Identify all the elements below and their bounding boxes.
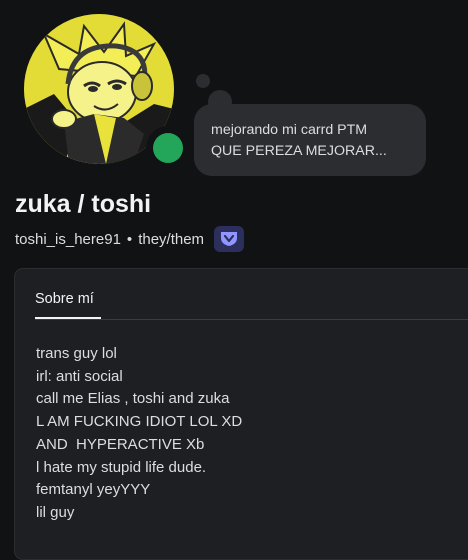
username[interactable]: toshi_is_here91 [15, 231, 121, 248]
bio-line: femtanyl yeyYYY [36, 481, 151, 499]
custom-status-line-1: mejorando mi carrd PTM [211, 122, 368, 138]
custom-status-line-2: QUE PEREZA MEJORAR... [211, 143, 387, 159]
custom-status-bubble[interactable]: mejorando mi carrd PTM QUE PEREZA MEJORA… [194, 104, 426, 176]
bio-line: lil guy [36, 503, 75, 521]
separator-dot: • [126, 230, 133, 248]
pronouns: they/them [138, 230, 205, 248]
online-status-icon [153, 133, 183, 163]
bio-text: trans guy lol irl: anti social call me E… [36, 343, 242, 525]
bio-line: call me Elias , toshi and zuka [36, 390, 230, 408]
bio-line: irl: anti social [36, 367, 123, 385]
avatar[interactable] [22, 12, 190, 170]
display-name: zuka / toshi [15, 190, 152, 218]
about-card: Sobre mí trans guy lol irl: anti social … [14, 268, 468, 560]
profile-subline: toshi_is_here91 • they/them [15, 226, 245, 252]
tab-about-me[interactable]: Sobre mí [35, 291, 94, 307]
bio-line: trans guy lol [36, 345, 117, 362]
status-indicator [146, 126, 190, 170]
hypesquad-badge-icon[interactable] [214, 226, 245, 252]
bio-line: l hate my stupid life dude. [36, 458, 207, 476]
bio-line: L AM FUCKING IDIOT LOL XD [36, 413, 243, 431]
active-tab-indicator [35, 317, 101, 319]
thought-bubble-dot-small [196, 74, 210, 88]
tab-divider [35, 319, 468, 320]
bio-line: AND HYPERACTIVE Xb [36, 435, 205, 453]
